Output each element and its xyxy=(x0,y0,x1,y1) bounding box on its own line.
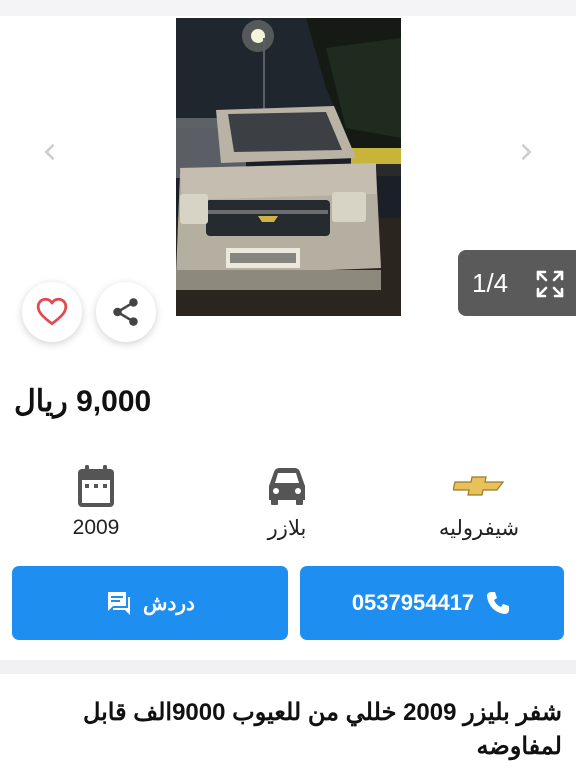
spec-model-label: بلازر xyxy=(267,517,307,540)
chevron-right-icon xyxy=(521,144,532,160)
specs-row: 2009 بلازر شيفروليه xyxy=(0,460,576,550)
favorite-button[interactable] xyxy=(22,282,82,342)
chevrolet-logo-icon xyxy=(453,476,505,496)
car-photo[interactable] xyxy=(176,18,401,316)
share-icon xyxy=(113,298,138,326)
share-button[interactable] xyxy=(96,282,156,342)
spec-make-label: شيفروليه xyxy=(438,517,520,540)
listing-price: 9,000 ريال xyxy=(14,385,152,418)
phone-icon xyxy=(487,592,510,614)
phone-number-label: 0537954417 xyxy=(351,590,475,615)
gallery-prev-button[interactable] xyxy=(36,138,64,166)
car-icon xyxy=(269,468,305,505)
listing-description: شفر بليزر 2009 خللي من للعيوب 9000الف قا… xyxy=(82,699,562,760)
spec-year: 2009 xyxy=(21,460,171,540)
gallery-next-button[interactable] xyxy=(512,138,540,166)
call-button[interactable]: 0537954417 xyxy=(300,566,564,640)
car-photo-image xyxy=(176,18,401,316)
spec-model: بلازر xyxy=(212,460,362,541)
chevron-left-icon xyxy=(44,144,55,160)
heart-icon xyxy=(36,297,68,326)
calendar-icon xyxy=(78,465,114,507)
spec-make: شيفروليه xyxy=(404,460,554,541)
section-divider xyxy=(0,660,576,674)
chat-button[interactable]: دردش xyxy=(12,566,288,640)
gallery-counter[interactable]: 1/4 xyxy=(458,250,576,316)
image-counter-text: 1/4 xyxy=(472,267,509,298)
top-strip xyxy=(0,0,576,16)
chat-button-label: دردش xyxy=(143,592,195,615)
chat-icon xyxy=(108,592,131,615)
spec-year-label: 2009 xyxy=(72,516,120,539)
expand-icon[interactable] xyxy=(534,268,566,300)
image-gallery[interactable]: 1/4 xyxy=(0,16,576,320)
